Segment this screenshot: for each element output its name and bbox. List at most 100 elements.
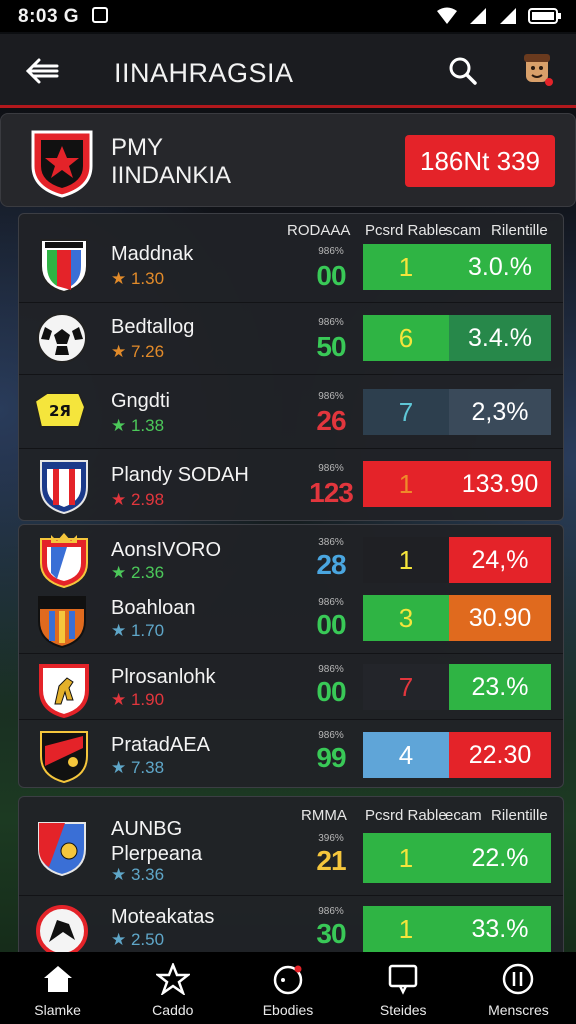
standings-card-3: RMMA Pcsrd Rable ecam Rilentille AUNBG P…	[18, 796, 564, 957]
stat-label: 386%	[318, 537, 344, 548]
table-row[interactable]: Boahloan ★ 1.70 986% 00 3 30.90	[19, 591, 563, 653]
table-row[interactable]: 2Я Gngdti ★ 1.38 986% 26 7 2,3%	[19, 374, 563, 446]
shield-black-red-icon	[40, 731, 88, 784]
signal-icon	[470, 8, 486, 24]
shield-tricolor-icon	[40, 239, 88, 294]
stat-value: 00	[316, 676, 346, 707]
team-rating: ★ 2.36	[111, 563, 165, 582]
position-cell: 6	[363, 315, 449, 361]
nav-item-steides[interactable]: Steides	[346, 952, 461, 1024]
my-team-label: PMY	[111, 134, 164, 161]
position-cell: 7	[363, 389, 449, 435]
stat-label: 986%	[318, 391, 344, 402]
status-bar: 8:03 G	[0, 0, 576, 32]
nav-label: Menscres	[488, 1002, 549, 1018]
team-rating: ★ 1.30	[111, 269, 165, 288]
nav-item-caddo[interactable]: Caddo	[115, 952, 230, 1024]
stat-value: 123	[309, 477, 354, 508]
standings-card-2: AonsIVORO ★ 2.36 386% 28 1 24,% Boahloan…	[18, 524, 564, 788]
stat-value: 21	[316, 845, 346, 876]
percent-cell: 22.30	[449, 732, 551, 778]
team-name: Gngdti	[111, 390, 170, 412]
position-cell: 1	[363, 461, 449, 507]
star-outline-icon	[155, 962, 190, 996]
table-row[interactable]: Moteakatas ★ 2.50 986% 30 1 33.%	[19, 895, 563, 957]
table-row[interactable]: AonsIVORO ★ 2.36 386% 28 1 24,%	[19, 527, 563, 591]
my-team-card[interactable]: PMY IINDANKIA 186Nt 339	[0, 113, 576, 207]
nav-item-ebodies[interactable]: Ebodies	[230, 952, 345, 1024]
team-rating: ★ 1.70	[111, 621, 165, 640]
signal-icon-2	[500, 8, 516, 24]
my-team-stat[interactable]: 186Nt 339	[405, 135, 555, 187]
stat-value: 00	[316, 260, 346, 291]
stat-value: 50	[316, 331, 346, 362]
notification-icon	[92, 7, 108, 23]
team-name: Boahloan	[111, 597, 196, 619]
percent-cell: 2,3%	[449, 389, 551, 435]
percent-cell: 133.90	[449, 461, 551, 507]
team-name: AonsIVORO	[111, 539, 222, 561]
team-name: AUNBG Plerpeana	[111, 817, 202, 867]
avatar[interactable]	[518, 50, 556, 90]
stat-value: 28	[316, 549, 346, 580]
team-rating: ★ 2.50	[111, 930, 165, 949]
nav-item-menscres[interactable]: Menscres	[461, 952, 576, 1024]
stat-label: 986%	[318, 664, 344, 675]
stat-value: 26	[316, 405, 346, 436]
bottom-navigation: Slamke Caddo Ebodies Steides Menscres	[0, 952, 576, 1024]
team-name: Maddnak	[111, 243, 194, 265]
nav-label: Caddo	[152, 1002, 194, 1018]
team-crest-icon	[31, 130, 93, 198]
status-icons	[436, 5, 562, 27]
my-team-name: IINDANKIA	[111, 162, 232, 189]
position-cell: 7	[363, 664, 449, 710]
shield-horse-icon	[39, 664, 89, 718]
position-cell: 1	[363, 906, 449, 952]
search-icon	[449, 57, 477, 85]
team-rating: ★ 2.98	[111, 490, 165, 509]
back-button[interactable]	[22, 54, 62, 88]
percent-cell: 3.4.%	[449, 315, 551, 361]
percent-cell: 3.0.%	[449, 244, 551, 290]
message-icon	[386, 962, 420, 996]
shield-orange-icon	[38, 596, 86, 649]
position-cell: 1	[363, 537, 449, 583]
team-name: Bedtallog	[111, 316, 195, 338]
table-row[interactable]: Bedtallog ★ 7.26 986% 50 6 3.4.%	[19, 302, 563, 372]
football-icon	[37, 313, 87, 363]
stat-label: 986%	[318, 730, 344, 741]
page-title: IINAHRAGSIA	[114, 58, 294, 88]
team-rating: ★ 1.90	[111, 690, 165, 709]
nav-label: Slamke	[34, 1002, 81, 1018]
percent-cell: 22.%	[449, 833, 551, 883]
yellow-badge-icon: 2Я	[33, 392, 87, 428]
stat-label: 986%	[318, 246, 344, 257]
wifi-icon	[437, 7, 457, 24]
percent-cell: 33.%	[449, 906, 551, 952]
avatar-icon	[524, 54, 553, 86]
standings-card-1: RODAAA Pcsrd Rable scam Rilentille Maddn…	[18, 213, 564, 521]
percent-cell: 30.90	[449, 595, 551, 641]
nav-item-home[interactable]: Slamke	[0, 952, 115, 1024]
stat-value: 00	[316, 609, 346, 640]
status-time: 8:03 G	[18, 6, 80, 27]
back-arrow-icon	[25, 58, 59, 84]
app-bar: IINAHRAGSIA	[0, 34, 576, 108]
team-rating: ★ 7.26	[111, 342, 165, 361]
search-button[interactable]	[444, 52, 482, 90]
home-icon	[41, 962, 75, 996]
percent-cell: 23.%	[449, 664, 551, 710]
team-name: Plandy SODAH	[111, 464, 249, 486]
table-row[interactable]: AUNBG Plerpeana ★ 3.36 396% 21 1 22.%	[19, 815, 563, 895]
team-rating: ★ 1.38	[111, 416, 165, 435]
position-cell: 4	[363, 732, 449, 778]
table-row[interactable]: Maddnak ★ 1.30 986% 00 1 3.0.%	[19, 230, 563, 300]
team-name: Moteakatas	[111, 906, 215, 928]
team-rating: ★ 7.38	[111, 758, 165, 777]
team-name-line: AUNBG Plerpeana	[111, 818, 203, 865]
table-row[interactable]: PratadAEA ★ 7.38 986% 99 4 22.30	[19, 719, 563, 787]
table-row[interactable]: Plandy SODAH ★ 2.98 986% 123 1 133.90	[19, 448, 563, 520]
position-cell: 3	[363, 595, 449, 641]
stat-value: 99	[316, 742, 346, 773]
table-row[interactable]: Plrosanlohk ★ 1.90 986% 00 7 23.%	[19, 653, 563, 719]
